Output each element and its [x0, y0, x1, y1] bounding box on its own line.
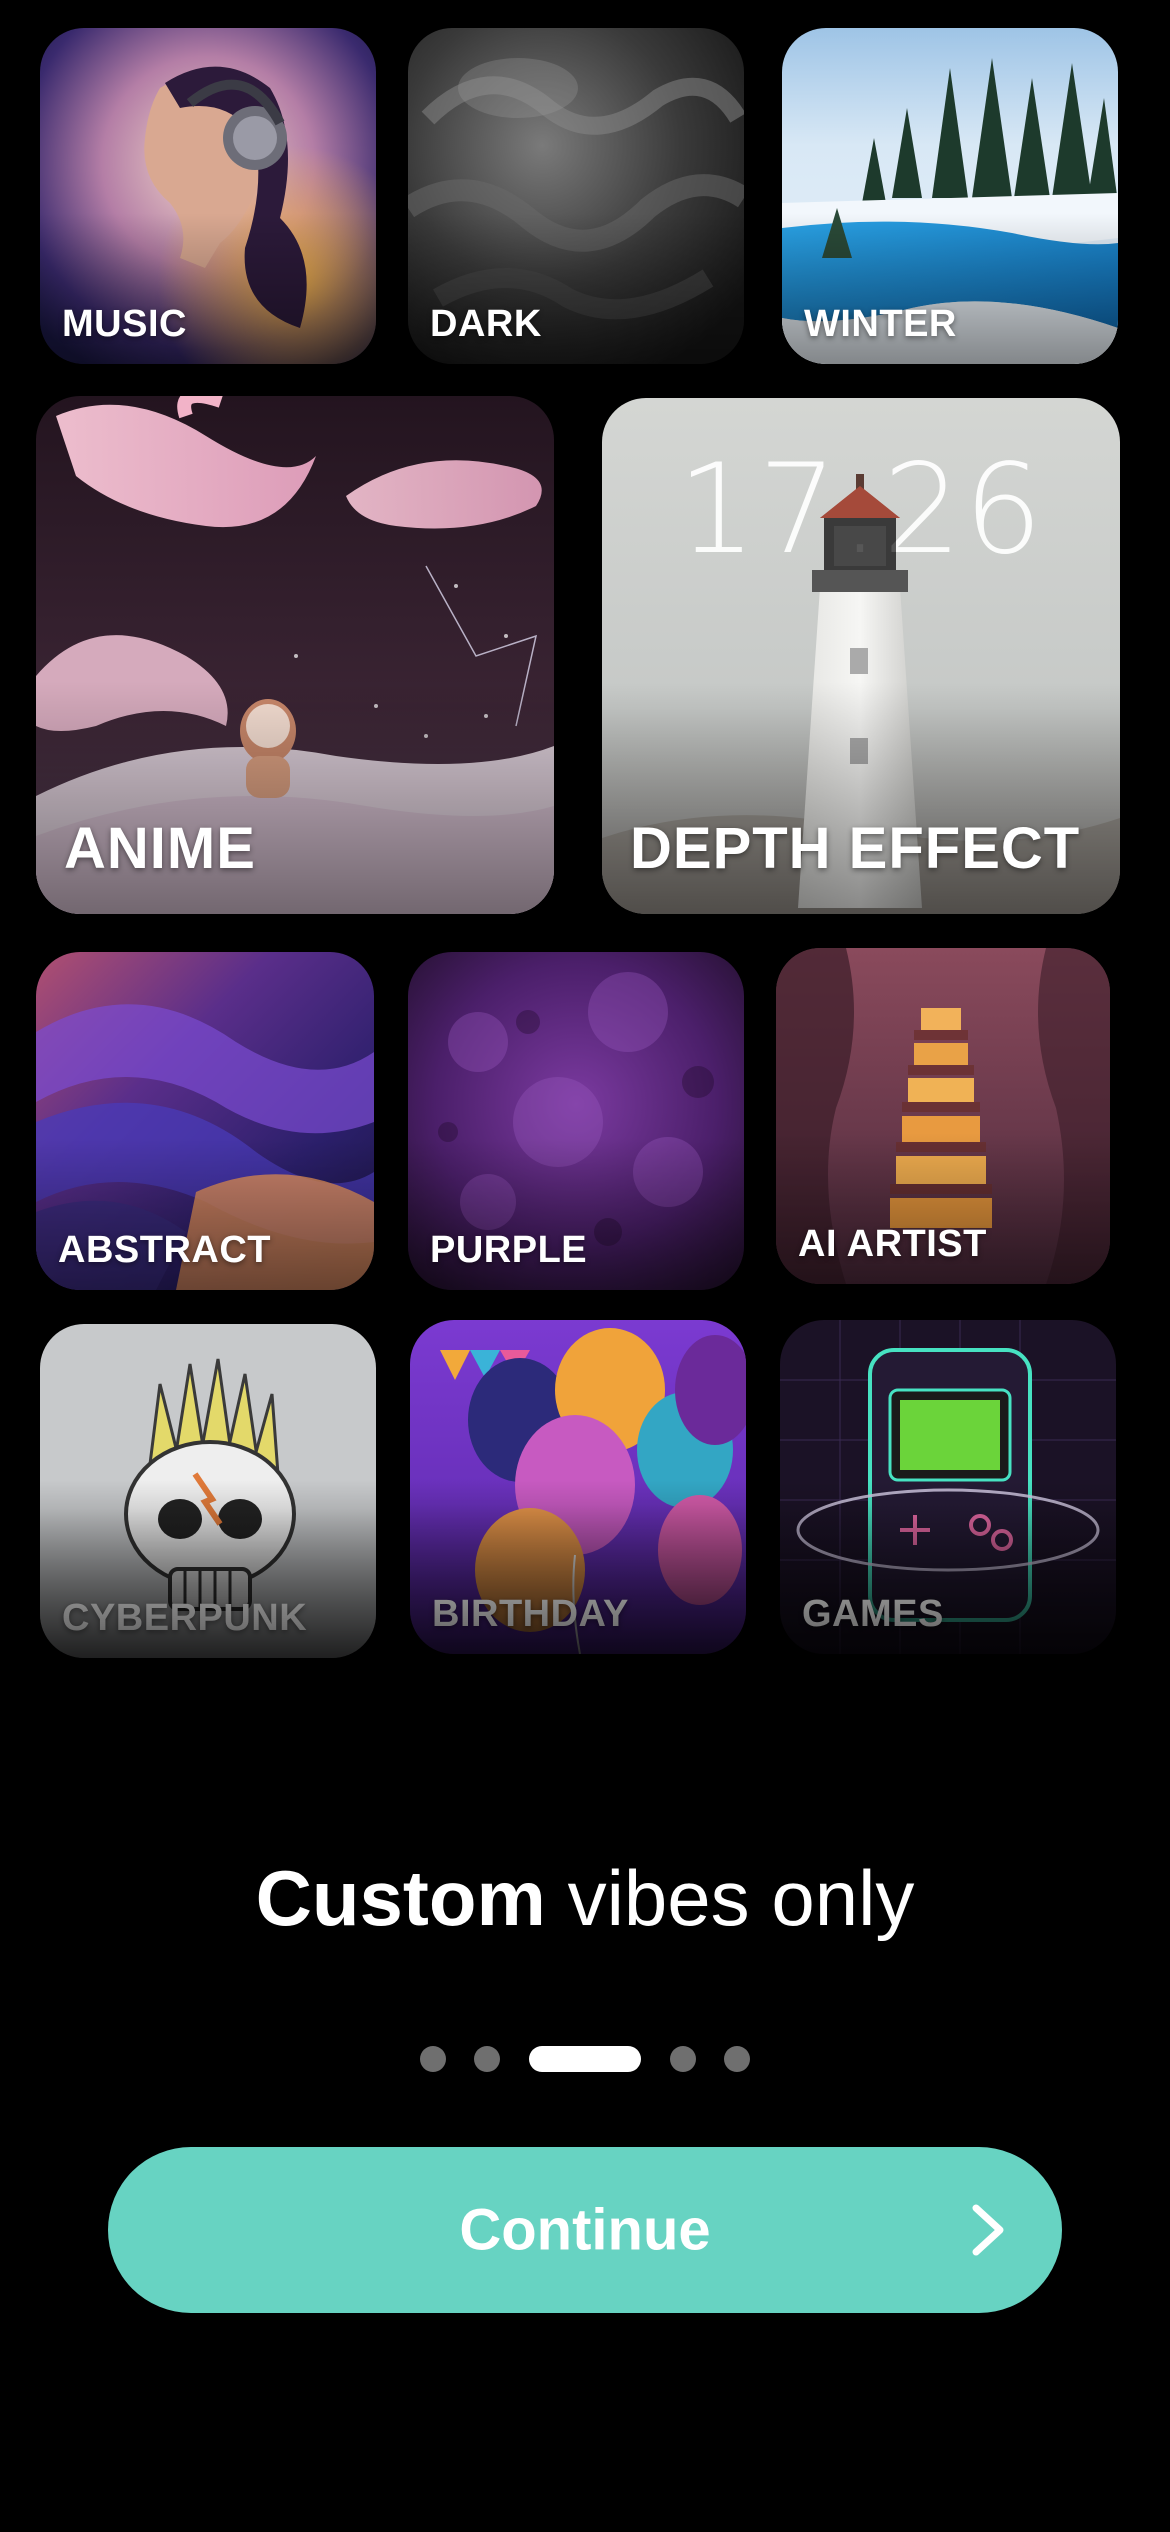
onboarding-headline: Custom vibes only — [0, 1848, 1170, 1948]
category-tile-depth-effect[interactable]: 17:26 DEPTH EFFECT — [602, 398, 1120, 914]
headline-bold-text: Custom — [255, 1854, 546, 1942]
category-tile-games[interactable]: GAMES — [780, 1320, 1116, 1654]
category-label-cyberpunk: CYBERPUNK — [62, 1597, 308, 1639]
headline-light-text: vibes only — [567, 1854, 915, 1942]
category-tile-music[interactable]: MUSIC — [40, 28, 376, 364]
category-label-music: MUSIC — [62, 303, 187, 345]
page-indicator-dot[interactable] — [420, 2046, 446, 2072]
category-label-birthday: BIRTHDAY — [432, 1593, 629, 1635]
category-label-abstract: ABSTRACT — [58, 1229, 271, 1271]
category-tile-cyberpunk[interactable]: CYBERPUNK — [40, 1324, 376, 1658]
category-label-anime: ANIME — [64, 816, 256, 881]
page-indicator-dot-active[interactable] — [529, 2046, 641, 2072]
category-label-purple: PURPLE — [430, 1229, 588, 1271]
continue-button[interactable]: Continue — [108, 2147, 1062, 2313]
category-tile-winter[interactable]: WINTER — [782, 28, 1118, 364]
page-indicator-dot[interactable] — [724, 2046, 750, 2072]
category-label-ai-artist: AI ARTIST — [798, 1223, 987, 1265]
category-tile-ai-artist[interactable]: AI ARTIST — [776, 948, 1110, 1284]
page-indicator — [0, 2046, 1170, 2072]
page-indicator-dot[interactable] — [670, 2046, 696, 2072]
category-tile-dark[interactable]: DARK — [408, 28, 744, 364]
page-indicator-dot[interactable] — [474, 2046, 500, 2072]
category-tile-abstract[interactable]: ABSTRACT — [36, 952, 374, 1290]
continue-button-label: Continue — [459, 2197, 711, 2263]
category-label-winter: WINTER — [804, 303, 957, 345]
chevron-right-icon — [972, 2204, 1004, 2256]
category-label-games: GAMES — [802, 1593, 944, 1635]
category-tile-anime[interactable]: ANIME — [36, 396, 554, 914]
category-label-depth-effect: DEPTH EFFECT — [630, 816, 1081, 881]
category-tile-birthday[interactable]: BIRTHDAY — [410, 1320, 746, 1654]
category-label-dark: DARK — [430, 303, 542, 345]
category-tile-purple[interactable]: PURPLE — [408, 952, 744, 1290]
